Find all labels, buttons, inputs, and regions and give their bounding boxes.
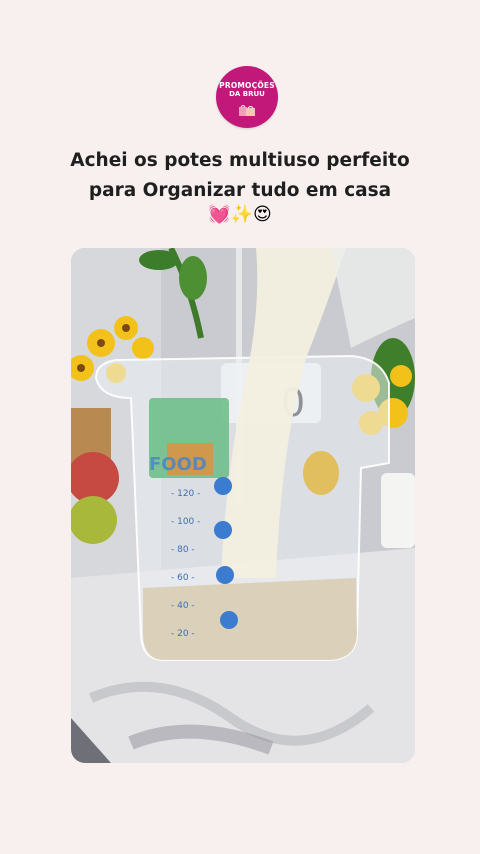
logo-text-line2: DA BRUU [229, 90, 265, 98]
scale-mark: - 120 - [171, 489, 200, 499]
video-preview[interactable]: 0 FOOD - 120 -- 100 -- 80 -- 60 -- 40 --… [71, 248, 415, 763]
product-photo: 0 FOOD - 120 -- 100 -- 80 -- 60 -- 40 --… [71, 248, 415, 763]
scale-mark: - 40 - [171, 601, 195, 611]
scale-mark: - 60 - [171, 573, 195, 583]
brand-logo: PROMOÇÕES DA BRUU [216, 66, 278, 128]
shopping-bags-icon [236, 101, 258, 116]
scale-mark: - 100 - [171, 517, 200, 527]
caption-line-1: Achei os potes multiuso perfeito [70, 150, 410, 171]
caption-emojis: 💓✨😍 [208, 204, 272, 225]
post-caption: Achei os potes multiuso perfeito para Or… [60, 146, 420, 206]
caption-line-2: para Organizar tudo em casa [88, 180, 392, 201]
scale-mark: - 80 - [171, 545, 195, 555]
container-label: FOOD [149, 454, 207, 475]
logo-text-line1: PROMOÇÕES [219, 81, 275, 90]
scale-mark: - 20 - [171, 629, 195, 639]
